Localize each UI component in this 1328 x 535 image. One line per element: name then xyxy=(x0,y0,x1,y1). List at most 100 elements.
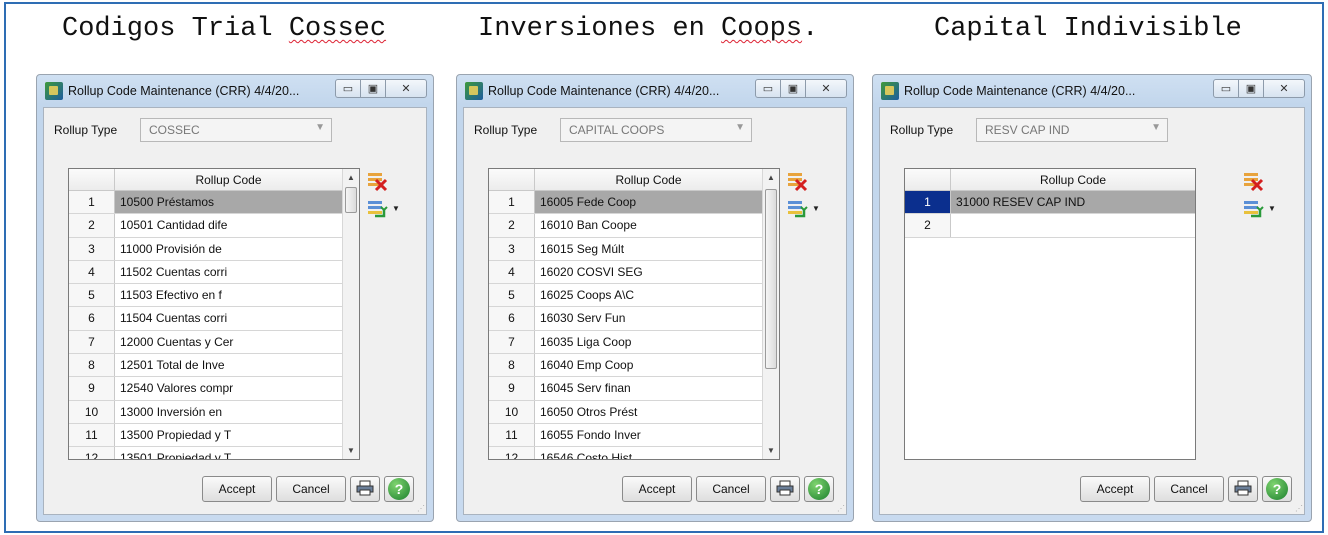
rollup-code-cell[interactable]: 12501 Total de Inve xyxy=(115,354,342,376)
table-row[interactable]: 9 12540 Valores compr xyxy=(69,377,342,401)
cancel-button[interactable]: Cancel xyxy=(1154,476,1224,502)
scroll-thumb[interactable] xyxy=(345,187,357,213)
rollup-code-cell[interactable]: 11503 Efectivo en f xyxy=(115,284,342,306)
close-button[interactable]: ✕ xyxy=(805,79,847,98)
table-row[interactable]: 4 16020 COSVI SEG xyxy=(489,260,762,285)
resize-grip-icon[interactable]: ⋰ xyxy=(837,504,845,513)
rollup-code-cell[interactable]: 12540 Valores compr xyxy=(115,377,342,399)
chevron-down-icon[interactable]: ▼ xyxy=(735,122,745,133)
table-row[interactable]: 7 12000 Cuentas y Cer xyxy=(69,330,342,355)
chevron-down-icon[interactable]: ▼ xyxy=(392,204,400,213)
rollup-code-cell[interactable]: 16035 Liga Coop xyxy=(535,331,762,353)
chevron-down-icon[interactable]: ▼ xyxy=(812,204,820,213)
help-button[interactable]: ? xyxy=(804,476,834,502)
rollup-code-cell[interactable]: 16040 Emp Coop xyxy=(535,354,762,376)
table-row[interactable]: 11 16055 Fondo Inver xyxy=(489,423,762,448)
table-row[interactable]: 10 16050 Otros Prést xyxy=(489,400,762,424)
rollup-code-header[interactable]: Rollup Code xyxy=(951,169,1195,190)
table-row[interactable]: 11 13500 Propiedad y T xyxy=(69,423,342,448)
accept-button[interactable]: Accept xyxy=(622,476,692,502)
print-button[interactable] xyxy=(1228,476,1258,502)
rollup-code-cell[interactable]: 13000 Inversión en xyxy=(115,401,342,423)
rollup-code-grid[interactable]: Rollup Code 1 31000 RESEV CAP IND 2 xyxy=(904,168,1196,460)
rollup-code-cell[interactable]: 16050 Otros Prést xyxy=(535,401,762,423)
title-bar[interactable]: Rollup Code Maintenance (CRR) 4/4/20... … xyxy=(43,75,427,107)
rollup-code-cell[interactable]: 16546 Costo Hist xyxy=(535,447,762,459)
resize-grip-icon[interactable]: ⋰ xyxy=(1295,504,1303,513)
rollup-code-cell[interactable]: 16005 Fede Coop xyxy=(535,191,762,214)
table-row[interactable]: 5 16025 Coops A\C xyxy=(489,284,762,308)
table-row[interactable]: 1 10500 Préstamos xyxy=(69,191,342,215)
rollup-code-cell[interactable] xyxy=(951,214,1195,236)
vertical-scrollbar[interactable]: ▲ ▼ xyxy=(342,169,359,459)
table-row[interactable]: 8 12501 Total de Inve xyxy=(69,354,342,378)
table-row[interactable]: 12 16546 Costo Hist xyxy=(489,447,762,459)
maximize-button[interactable]: ▣ xyxy=(360,79,386,98)
title-bar[interactable]: Rollup Code Maintenance (CRR) 4/4/20... … xyxy=(463,75,847,107)
rollup-code-cell[interactable]: 16020 COSVI SEG xyxy=(535,261,762,283)
rollup-code-cell[interactable]: 16045 Serv finan xyxy=(535,377,762,399)
close-button[interactable]: ✕ xyxy=(385,79,427,98)
accept-button[interactable]: Accept xyxy=(1080,476,1150,502)
table-row[interactable]: 3 16015 Seg Múlt xyxy=(489,237,762,261)
accept-button[interactable]: Accept xyxy=(202,476,272,502)
table-row[interactable]: 6 11504 Cuentas corri xyxy=(69,307,342,331)
import-icon[interactable]: ▼ xyxy=(1242,198,1276,220)
chevron-down-icon[interactable]: ▼ xyxy=(1151,122,1161,133)
rollup-code-grid[interactable]: Rollup Code 1 10500 Préstamos 2 10501 Ca… xyxy=(68,168,360,460)
rollup-code-cell[interactable]: 16030 Serv Fun xyxy=(535,307,762,329)
title-bar[interactable]: Rollup Code Maintenance (CRR) 4/4/20... … xyxy=(879,75,1305,107)
close-button[interactable]: ✕ xyxy=(1263,79,1305,98)
rollup-code-cell[interactable]: 16025 Coops A\C xyxy=(535,284,762,306)
rollup-code-cell[interactable]: 16015 Seg Múlt xyxy=(535,238,762,260)
table-row[interactable]: 3 11000 Provisión de xyxy=(69,237,342,261)
delete-rows-icon[interactable] xyxy=(786,170,808,192)
scroll-down-icon[interactable]: ▼ xyxy=(343,442,359,459)
chevron-down-icon[interactable]: ▼ xyxy=(315,122,325,133)
print-button[interactable] xyxy=(350,476,380,502)
import-icon[interactable]: ▼ xyxy=(366,198,400,220)
minimize-button[interactable]: ▭ xyxy=(1213,79,1239,98)
rollup-code-cell[interactable]: 31000 RESEV CAP IND xyxy=(951,191,1195,214)
rollup-code-cell[interactable]: 16055 Fondo Inver xyxy=(535,424,762,446)
table-row[interactable]: 2 xyxy=(905,214,1195,238)
rollup-code-header[interactable]: Rollup Code xyxy=(535,169,762,190)
print-button[interactable] xyxy=(770,476,800,502)
cancel-button[interactable]: Cancel xyxy=(696,476,766,502)
rollup-code-cell[interactable]: 10501 Cantidad dife xyxy=(115,214,342,236)
rollup-code-header[interactable]: Rollup Code xyxy=(115,169,342,190)
rollup-code-cell[interactable]: 11504 Cuentas corri xyxy=(115,307,342,329)
cancel-button[interactable]: Cancel xyxy=(276,476,346,502)
table-row[interactable]: 4 11502 Cuentas corri xyxy=(69,260,342,285)
help-button[interactable]: ? xyxy=(1262,476,1292,502)
chevron-down-icon[interactable]: ▼ xyxy=(1268,204,1276,213)
table-row[interactable]: 9 16045 Serv finan xyxy=(489,377,762,401)
rollup-code-cell[interactable]: 11000 Provisión de xyxy=(115,238,342,260)
rollup-code-cell[interactable]: 12000 Cuentas y Cer xyxy=(115,331,342,353)
table-row[interactable]: 2 10501 Cantidad dife xyxy=(69,214,342,238)
help-button[interactable]: ? xyxy=(384,476,414,502)
scroll-down-icon[interactable]: ▼ xyxy=(763,442,779,459)
rollup-code-cell[interactable]: 11502 Cuentas corri xyxy=(115,261,342,283)
minimize-button[interactable]: ▭ xyxy=(755,79,781,98)
rollup-code-cell[interactable]: 13500 Propiedad y T xyxy=(115,424,342,446)
maximize-button[interactable]: ▣ xyxy=(780,79,806,98)
delete-rows-icon[interactable] xyxy=(366,170,388,192)
table-row[interactable]: 5 11503 Efectivo en f xyxy=(69,284,342,308)
scroll-thumb[interactable] xyxy=(765,189,777,369)
table-row[interactable]: 8 16040 Emp Coop xyxy=(489,354,762,378)
rollup-code-cell[interactable]: 16010 Ban Coope xyxy=(535,214,762,236)
maximize-button[interactable]: ▣ xyxy=(1238,79,1264,98)
rollup-code-cell[interactable]: 10500 Préstamos xyxy=(115,191,342,214)
table-row[interactable]: 1 16005 Fede Coop xyxy=(489,191,762,215)
table-row[interactable]: 6 16030 Serv Fun xyxy=(489,307,762,331)
resize-grip-icon[interactable]: ⋰ xyxy=(417,504,425,513)
scroll-up-icon[interactable]: ▲ xyxy=(763,169,779,186)
rollup-type-select[interactable]: RESV CAP IND ▼ xyxy=(976,118,1168,142)
scroll-up-icon[interactable]: ▲ xyxy=(343,169,359,186)
import-icon[interactable]: ▼ xyxy=(786,198,820,220)
table-row[interactable]: 10 13000 Inversión en xyxy=(69,400,342,424)
vertical-scrollbar[interactable]: ▲ ▼ xyxy=(762,169,779,459)
table-row[interactable]: 12 13501 Propiedad y T xyxy=(69,447,342,459)
delete-rows-icon[interactable] xyxy=(1242,170,1264,192)
